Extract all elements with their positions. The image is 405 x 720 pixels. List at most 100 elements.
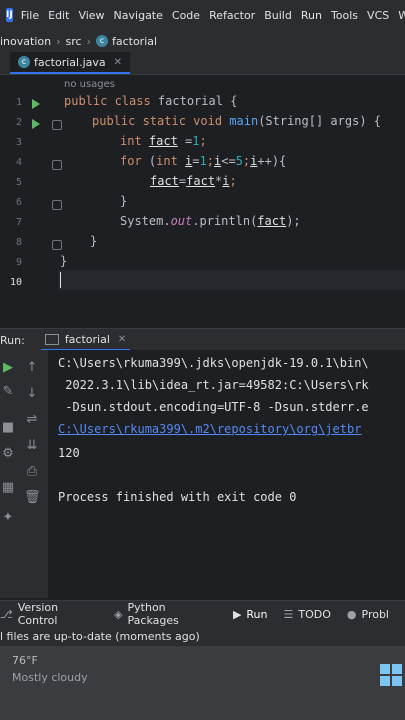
code-line-9: }: [60, 254, 67, 268]
tool-python-packages[interactable]: ◈ Python Packages: [114, 601, 217, 627]
branch-icon: ⎇: [0, 607, 13, 621]
console-line: -Dsun.stdout.encoding=UTF-8 -Dsun.stderr…: [58, 400, 369, 414]
close-icon[interactable]: ✕: [118, 334, 126, 345]
code-line-4: for (int i=1;i<=5;i++){: [120, 154, 286, 168]
close-icon[interactable]: ✕: [114, 57, 122, 68]
code-line-6: }: [120, 194, 127, 208]
menu-refactor[interactable]: Refactor: [209, 9, 255, 22]
line-number: 8: [15, 237, 22, 248]
menu-edit[interactable]: Edit: [48, 9, 69, 22]
run-gutter-icon[interactable]: [32, 119, 40, 129]
pin-icon[interactable]: ✦: [0, 510, 16, 526]
tool-label: Python Packages: [127, 601, 179, 627]
code-editor[interactable]: 1 2 3 4 5 6 7 8 9 10 no usages public cl…: [0, 75, 405, 323]
run-panel-header: Run: factorial ✕: [0, 328, 405, 351]
number: 1: [192, 134, 200, 148]
keyword: int: [120, 134, 149, 148]
status-text: l files are up-to-date (moments ago): [0, 629, 200, 643]
tool-problems[interactable]: ● Probl: [347, 608, 389, 621]
windows-logo-square: [392, 664, 402, 674]
tool-todo[interactable]: ☰ TODO: [284, 608, 331, 621]
console-line: 2022.3.1\lib\idea_rt.jar=49582:C:\Users\…: [58, 378, 369, 392]
scroll-to-end-icon[interactable]: ⇊: [24, 438, 40, 454]
class-name: factorial: [157, 94, 231, 108]
menu-navigate[interactable]: Navigate: [114, 9, 163, 22]
operator: ++){: [257, 154, 287, 168]
run-icon: ▶: [232, 607, 242, 621]
menu-tools[interactable]: Tools: [331, 9, 358, 22]
line-number: 3: [15, 137, 22, 148]
tool-label: Probl: [361, 607, 390, 621]
weather-description[interactable]: Mostly cloudy: [12, 671, 88, 684]
warning-icon: ●: [346, 607, 357, 621]
code-line-1: public class factorial {: [64, 94, 237, 108]
stop-icon[interactable]: ■: [0, 420, 16, 436]
code-line-3: int fact =1;: [120, 134, 207, 148]
menu-build[interactable]: Build: [264, 9, 292, 22]
fold-icon[interactable]: [52, 160, 62, 170]
java-class-icon: c: [18, 56, 30, 68]
run-gutter-icon[interactable]: [32, 99, 40, 109]
arrow-up-icon[interactable]: ↑: [24, 360, 40, 376]
line-number: 5: [15, 177, 22, 188]
menu-code[interactable]: Code: [172, 9, 200, 22]
os-taskbar: 76°F Mostly cloudy: [0, 646, 405, 720]
tool-label: TODO: [298, 607, 331, 621]
print-icon[interactable]: ⎙: [24, 464, 40, 480]
tab-factorial-java[interactable]: c factorial.java ✕: [10, 52, 131, 74]
run-toolbar: ↑ ↓ ⇌ ⇊ ⎙ 🗑: [16, 350, 48, 598]
code-area[interactable]: no usages public class factorial { publi…: [60, 75, 405, 323]
fold-icon[interactable]: [52, 200, 62, 210]
console-exit-message: Process finished with exit code 0: [58, 490, 297, 504]
static-field: out: [170, 214, 193, 228]
tab-run-factorial[interactable]: factorial ✕: [40, 329, 131, 351]
trash-icon[interactable]: 🗑: [24, 490, 41, 506]
menu-file[interactable]: File: [21, 9, 39, 22]
console-link[interactable]: C:\Users\rkuma399\.m2\repository\org\jet…: [58, 422, 361, 436]
soft-wrap-icon[interactable]: ⇌: [24, 412, 40, 428]
line-number: 2: [15, 117, 22, 128]
breadcrumb-project[interactable]: inovation: [0, 35, 51, 48]
intellij-logo-icon[interactable]: IJ: [6, 8, 13, 22]
rerun-icon[interactable]: ▶: [0, 360, 16, 376]
tool-version-control[interactable]: ⎇ Version Control: [0, 601, 98, 627]
windows-logo-square: [380, 676, 390, 686]
weather-temperature[interactable]: 76°F: [12, 654, 38, 667]
operator: =: [192, 154, 200, 168]
line-number: 7: [15, 217, 22, 228]
chevron-right-icon: ›: [86, 34, 91, 48]
settings-icon[interactable]: ⚙: [0, 446, 16, 462]
wrench-icon[interactable]: ✎: [0, 384, 16, 400]
tool-label: Run: [246, 607, 268, 621]
operator: <=: [221, 154, 236, 168]
fold-icon[interactable]: [52, 240, 62, 250]
line-number: 9: [15, 257, 22, 268]
layout-icon[interactable]: ▦: [0, 480, 16, 496]
text-caret: [60, 272, 61, 288]
usages-hint[interactable]: no usages: [64, 79, 115, 90]
fold-icon[interactable]: [52, 120, 62, 130]
menu-vcs[interactable]: VCS: [367, 9, 389, 22]
console-output[interactable]: C:\Users\rkuma399\.jdks\openjdk-19.0.1\b…: [48, 350, 405, 598]
menu-run[interactable]: Run: [301, 9, 322, 22]
run-tab-label: factorial: [64, 332, 110, 346]
variable: fact: [150, 174, 179, 188]
menu-window[interactable]: W: [398, 9, 405, 22]
tab-label: factorial.java: [34, 55, 106, 69]
variable: fact: [148, 134, 178, 148]
console-icon: [44, 333, 59, 345]
keyword: public class: [64, 94, 158, 108]
menu-view[interactable]: View: [78, 9, 104, 22]
variable: fact: [257, 214, 287, 228]
windows-logo-square: [392, 676, 402, 686]
breadcrumb-file[interactable]: factorial: [112, 35, 157, 48]
brace: {: [230, 94, 238, 108]
windows-start-icon[interactable]: [380, 664, 402, 686]
semicolon: ;: [199, 134, 207, 148]
console-output-value: 120: [58, 446, 80, 460]
list-icon: ☰: [283, 607, 294, 621]
arrow-down-icon[interactable]: ↓: [24, 386, 40, 402]
breadcrumb-src[interactable]: src: [66, 35, 82, 48]
tool-run[interactable]: ▶ Run: [233, 608, 268, 621]
operator: =: [177, 134, 193, 148]
